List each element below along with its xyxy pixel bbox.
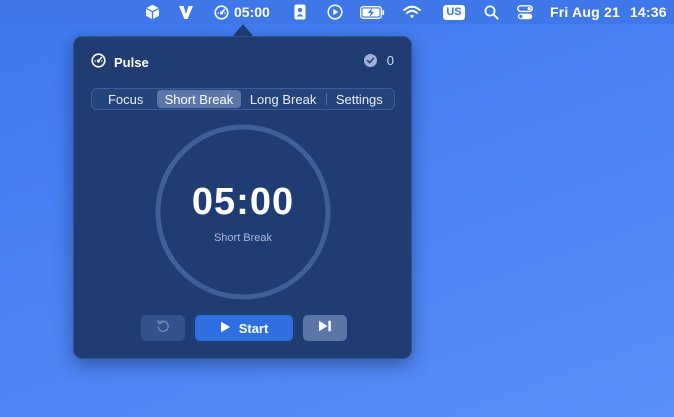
start-label: Start <box>238 320 269 336</box>
cube-icon[interactable] <box>143 0 161 24</box>
tab-long-break[interactable]: Long Break <box>241 90 326 108</box>
contacts-icon[interactable] <box>293 0 307 24</box>
reset-icon <box>156 319 170 338</box>
pulse-timer-icon <box>214 4 229 20</box>
menubar-clock[interactable]: Fri Aug 21 14:36 <box>550 0 667 24</box>
tab-focus[interactable]: Focus <box>94 90 157 108</box>
start-button[interactable]: Start <box>195 315 293 341</box>
input-source-badge: US <box>443 4 465 20</box>
menubar-timer[interactable]: 05:00 <box>214 0 270 24</box>
pulse-popover: Pulse 0 Focus Short Break Long Break Set… <box>73 36 412 359</box>
input-source-menu[interactable]: US <box>443 0 465 24</box>
menubar-date: Fri Aug 21 <box>550 4 620 20</box>
timer-ring: 05:00 Short Break <box>154 123 332 301</box>
search-icon[interactable] <box>483 0 499 24</box>
timer-mode-label: Short Break <box>213 232 273 244</box>
tab-settings[interactable]: Settings <box>327 90 392 108</box>
skip-forward-icon <box>318 319 332 337</box>
menu-bar: 05:00 US Fri Aug 21 14:36 <box>0 0 674 24</box>
completed-counter: 0 <box>363 53 394 68</box>
checkmark-icon <box>363 54 377 67</box>
timer-display: 05:00 <box>191 181 295 223</box>
reset-button[interactable] <box>141 315 185 341</box>
popover-arrow <box>233 24 253 36</box>
completed-count: 0 <box>386 53 394 68</box>
skip-button[interactable] <box>303 315 347 341</box>
pulse-logo-icon <box>91 53 106 71</box>
play-circle-icon[interactable] <box>327 0 343 24</box>
mode-tabs: Focus Short Break Long Break Settings <box>91 88 395 110</box>
menubar-timer-text: 05:00 <box>234 4 270 20</box>
play-icon <box>220 321 231 336</box>
control-center-icon[interactable] <box>516 0 533 24</box>
vectorworks-v-icon[interactable] <box>177 0 195 24</box>
battery-charging-icon[interactable] <box>360 0 385 24</box>
menubar-time: 14:36 <box>629 4 667 20</box>
popover-header: Pulse <box>91 53 149 71</box>
wifi-icon[interactable] <box>403 0 421 24</box>
tab-short-break[interactable]: Short Break <box>157 90 241 108</box>
app-title: Pulse <box>114 54 149 70</box>
